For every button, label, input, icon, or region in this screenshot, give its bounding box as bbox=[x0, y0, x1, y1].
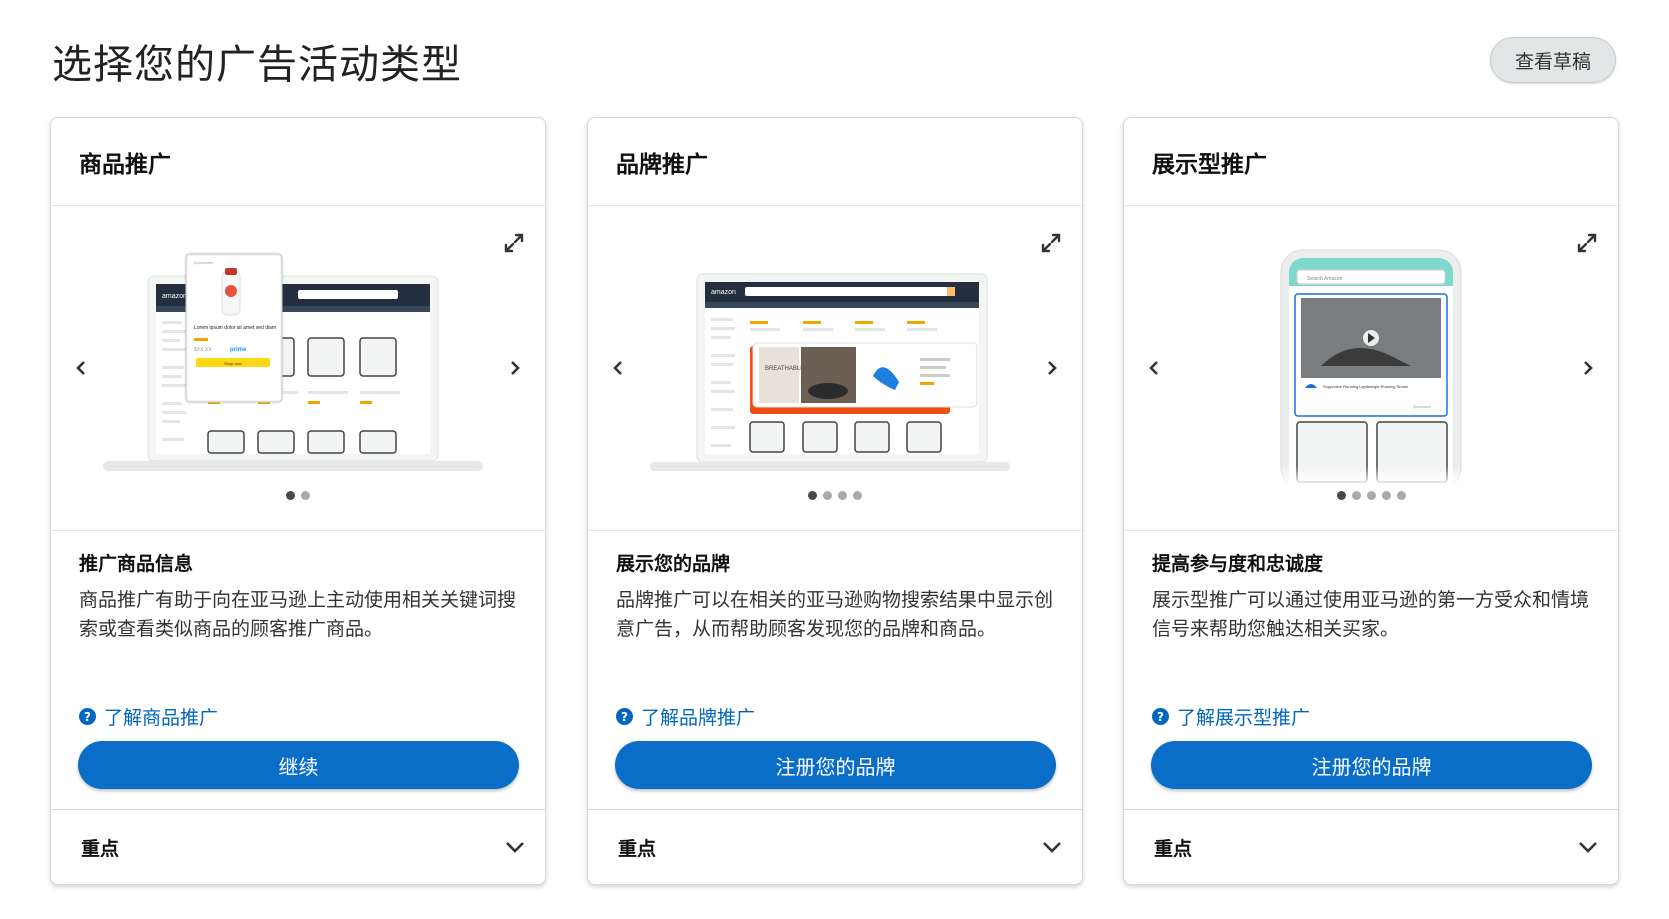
campaign-card-sponsored-brands: 品牌推广 amazon BREATHABLE COMFORT 展示您的品牌 品牌… bbox=[587, 117, 1083, 885]
card-body: 展示您的品牌 品牌推广可以在相关的亚马逊购物搜索结果中显示创意广告，从而帮助顾客… bbox=[588, 531, 1082, 811]
svg-text:Lorem ipsum dolor sit amet sed: Lorem ipsum dolor sit amet sed diam bbox=[194, 325, 276, 331]
card-body: 推广商品信息 商品推广有助于向在亚马逊上主动使用相关关键词搜索或查看类似商品的顾… bbox=[51, 531, 545, 811]
highlights-label: 重点 bbox=[1154, 837, 1193, 860]
card-description: 商品推广有助于向在亚马逊上主动使用相关关键词搜索或查看类似商品的顾客推广商品。 bbox=[79, 589, 517, 640]
card-header: 品牌推广 bbox=[588, 118, 1082, 206]
highlights-toggle[interactable]: 重点 bbox=[1124, 809, 1618, 884]
sponsored-display-illustration: Search Amazon Supportive Running Lightwe… bbox=[1271, 249, 1471, 486]
highlights-label: 重点 bbox=[618, 837, 657, 860]
continue-button[interactable]: 继续 bbox=[78, 741, 519, 789]
learn-more-link[interactable]: ? 了解品牌推广 bbox=[616, 703, 755, 730]
carousel-dot[interactable] bbox=[1351, 491, 1361, 500]
card-description: 展示型推广可以通过使用亚马逊的第一方受众和情境信号来帮助您触达相关买家。 bbox=[1152, 589, 1590, 640]
highlights-label: 重点 bbox=[81, 837, 120, 860]
card-description: 品牌推广可以在相关的亚马逊购物搜索结果中显示创意广告，从而帮助顾客发现您的品牌和… bbox=[616, 589, 1054, 640]
carousel: amazon BREATHABLE COMFORT bbox=[588, 206, 1082, 531]
card-title: 商品推广 bbox=[79, 151, 171, 178]
page-title: 选择您的广告活动类型 bbox=[52, 42, 462, 88]
card-subtitle: 展示您的品牌 bbox=[616, 553, 731, 575]
svg-text:prime: prime bbox=[230, 347, 247, 353]
expand-icon[interactable] bbox=[503, 232, 525, 254]
highlights-toggle[interactable]: 重点 bbox=[51, 809, 545, 884]
svg-text:amazon: amazon bbox=[711, 289, 736, 296]
carousel-prev-button[interactable] bbox=[606, 356, 630, 380]
learn-more-link[interactable]: ? 了解展示型推广 bbox=[1152, 703, 1310, 730]
card-body: 提高参与度和忠诚度 展示型推广可以通过使用亚马逊的第一方受众和情境信号来帮助您触… bbox=[1124, 531, 1618, 811]
carousel-dots bbox=[588, 491, 1082, 500]
carousel-dot[interactable] bbox=[853, 491, 862, 500]
help-circle-icon: ? bbox=[1152, 708, 1169, 725]
expand-icon[interactable] bbox=[1040, 232, 1062, 254]
carousel: Search Amazon Supportive Running Lightwe… bbox=[1124, 206, 1618, 531]
svg-text:$XX.XX: $XX.XX bbox=[194, 347, 212, 353]
carousel-dots bbox=[51, 491, 545, 500]
carousel-dot[interactable] bbox=[301, 491, 310, 500]
learn-more-label: 了解品牌推广 bbox=[641, 707, 756, 729]
card-header: 展示型推广 bbox=[1124, 118, 1618, 206]
chevron-down-icon bbox=[1579, 842, 1597, 853]
carousel-prev-button[interactable] bbox=[69, 356, 93, 380]
carousel-next-button[interactable] bbox=[1040, 356, 1064, 380]
carousel-dot[interactable] bbox=[1336, 491, 1346, 500]
sponsored-products-illustration: amazon Sponsored Lorem ipsum dolor sit a… bbox=[103, 252, 483, 471]
sponsored-brands-illustration: amazon BREATHABLE COMFORT bbox=[650, 273, 1010, 471]
chevron-right-icon bbox=[1584, 361, 1593, 375]
svg-text:Shop now: Shop now bbox=[224, 361, 242, 366]
view-drafts-button[interactable]: 查看草稿 bbox=[1490, 37, 1616, 83]
expand-icon[interactable] bbox=[1576, 232, 1598, 254]
carousel-dot[interactable] bbox=[1366, 491, 1376, 500]
learn-more-link[interactable]: ? 了解商品推广 bbox=[79, 703, 218, 730]
register-brand-button[interactable]: 注册您的品牌 bbox=[1151, 741, 1592, 789]
carousel-dot[interactable] bbox=[808, 491, 817, 500]
carousel-dots bbox=[1124, 491, 1618, 500]
card-header: 商品推广 bbox=[51, 118, 545, 206]
carousel-dot[interactable] bbox=[1396, 491, 1406, 500]
amazon-logo: amazon bbox=[162, 293, 187, 300]
chevron-down-icon bbox=[1043, 842, 1061, 853]
chevron-right-icon bbox=[1048, 361, 1057, 375]
chevron-down-icon bbox=[506, 842, 524, 853]
register-brand-button[interactable]: 注册您的品牌 bbox=[615, 741, 1056, 789]
carousel-next-button[interactable] bbox=[1576, 356, 1600, 380]
learn-more-label: 了解商品推广 bbox=[104, 707, 219, 729]
learn-more-label: 了解展示型推广 bbox=[1177, 707, 1311, 729]
carousel-dot[interactable] bbox=[286, 491, 295, 500]
svg-text:Search Amazon: Search Amazon bbox=[1307, 276, 1343, 282]
campaign-card-sponsored-products: 商品推广 amazon Sponsored Lorem ipsum dolor … bbox=[50, 117, 546, 885]
carousel-prev-button[interactable] bbox=[1142, 356, 1166, 380]
chevron-left-icon bbox=[613, 361, 622, 375]
help-circle-icon: ? bbox=[616, 708, 633, 725]
chevron-left-icon bbox=[1149, 361, 1158, 375]
carousel-next-button[interactable] bbox=[503, 356, 527, 380]
carousel-dot[interactable] bbox=[1381, 491, 1391, 500]
card-subtitle: 提高参与度和忠诚度 bbox=[1152, 553, 1324, 575]
chevron-right-icon bbox=[511, 361, 520, 375]
card-subtitle: 推广商品信息 bbox=[79, 553, 194, 575]
svg-text:Supportive Running Lightweight: Supportive Running Lightweight Running S… bbox=[1323, 384, 1408, 389]
carousel-dot[interactable] bbox=[838, 491, 847, 500]
help-circle-icon: ? bbox=[79, 708, 96, 725]
carousel-dot[interactable] bbox=[823, 491, 832, 500]
chevron-left-icon bbox=[76, 361, 85, 375]
card-title: 展示型推广 bbox=[1152, 151, 1267, 178]
carousel: amazon Sponsored Lorem ipsum dolor sit a… bbox=[51, 206, 545, 531]
card-title: 品牌推广 bbox=[616, 151, 708, 178]
svg-text:Sponsored: Sponsored bbox=[194, 260, 213, 265]
campaign-card-sponsored-display: 展示型推广 Search Amazon Supportive Running L… bbox=[1123, 117, 1619, 885]
highlights-toggle[interactable]: 重点 bbox=[588, 809, 1082, 884]
